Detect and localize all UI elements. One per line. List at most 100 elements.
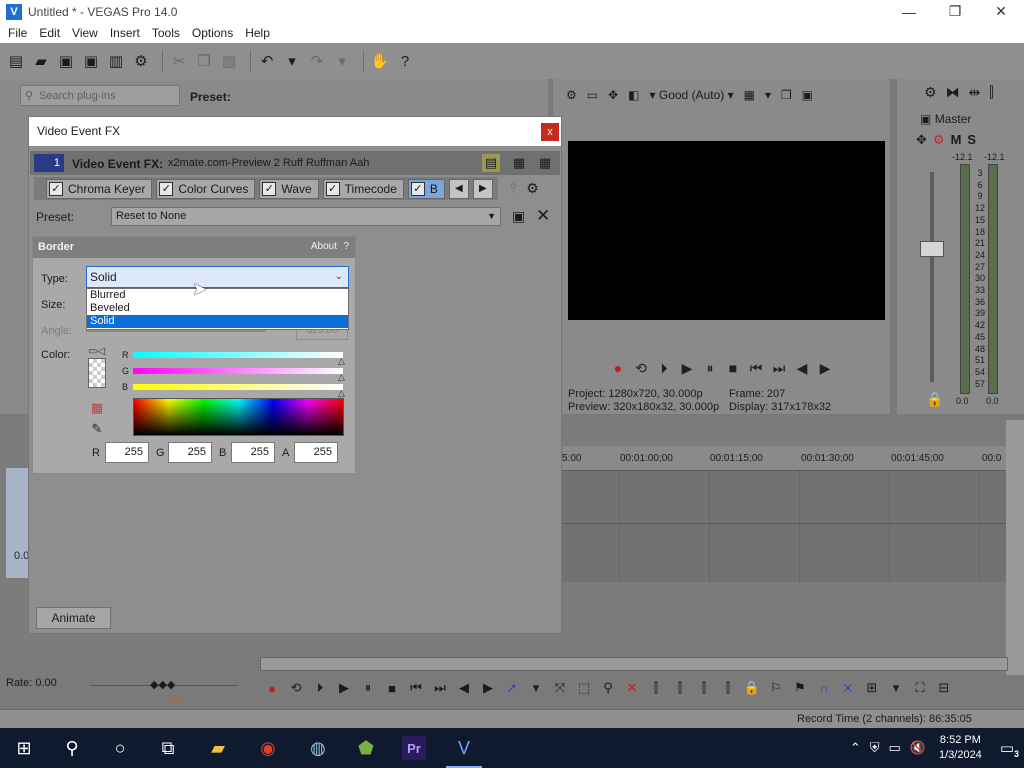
properties-gear-icon[interactable]: ⚙ xyxy=(131,51,151,71)
checkbox-icon[interactable]: ✓ xyxy=(159,181,174,196)
fx-view-single-icon[interactable]: ▤ xyxy=(482,154,500,172)
snapping-icon[interactable]: ∩ xyxy=(816,679,832,697)
menu-view[interactable]: View xyxy=(68,26,106,40)
type-option-blurred[interactable]: Blurred xyxy=(87,289,348,302)
angle-slider[interactable] xyxy=(86,330,266,332)
type-option-solid[interactable]: Solid xyxy=(87,315,348,328)
about-link[interactable]: About xyxy=(311,241,337,252)
envelope-tool-icon[interactable]: ⤧ xyxy=(552,679,568,697)
windows-start-icon[interactable]: ⊞ xyxy=(12,736,36,760)
track-area[interactable] xyxy=(560,470,1008,582)
record-icon[interactable]: ● xyxy=(264,679,280,697)
enable-snapping-icon[interactable]: ✋ xyxy=(370,51,390,71)
ripple-dropdown-icon[interactable]: ▾ xyxy=(888,679,904,697)
auto-ripple-icon[interactable]: ⊞ xyxy=(864,679,880,697)
cortana-icon[interactable]: ○ xyxy=(108,736,132,760)
next-frame-icon[interactable]: ▶ xyxy=(817,360,833,376)
auto-crossfade-icon[interactable]: ⨯ xyxy=(840,679,856,697)
undo-dropdown-icon[interactable]: ▾ xyxy=(282,51,302,71)
fx-wave[interactable]: ✓ Wave xyxy=(259,178,319,199)
next-frame-icon[interactable]: ▶ xyxy=(480,679,496,697)
search-icon[interactable]: ⚲ xyxy=(60,736,84,760)
fx-chroma-keyer[interactable]: ✓ Chroma Keyer xyxy=(46,178,153,199)
undo-icon[interactable]: ↶ xyxy=(257,51,277,71)
checkbox-icon[interactable]: ✓ xyxy=(49,181,63,196)
save-snapshot-icon[interactable]: ▣ xyxy=(802,88,813,102)
grid-dropdown-icon[interactable]: ▾ xyxy=(765,88,771,102)
rate-slider-handle-icon[interactable]: ◆◆◆ xyxy=(150,678,175,691)
chrome-icon[interactable]: ◉ xyxy=(256,736,280,760)
dialog-close-button[interactable]: x xyxy=(541,123,559,141)
play-from-start-icon[interactable]: ⏵ xyxy=(312,679,328,697)
task-view-icon[interactable]: ⧉ xyxy=(156,736,180,760)
mute-button[interactable]: M xyxy=(951,132,962,148)
plugin-search-input[interactable]: ⚲ Search plug-ins xyxy=(20,85,180,106)
checkbox-icon[interactable]: ✓ xyxy=(262,181,277,196)
loop-playback-icon[interactable]: ⟲ xyxy=(633,360,649,376)
redo-icon[interactable]: ↷ xyxy=(307,51,327,71)
dialog-title-bar[interactable]: Video Event FX x xyxy=(29,117,561,146)
clock[interactable]: 8:52 PM 1/3/2024 xyxy=(939,733,982,763)
preset-dropdown[interactable]: Reset to None ▼ xyxy=(111,207,501,226)
chain-scroll-left-icon[interactable]: ◀ xyxy=(448,178,469,199)
palette-icon[interactable]: ▦ xyxy=(88,399,106,417)
blue-channel-slider[interactable] xyxy=(133,384,343,390)
app-gem-icon[interactable]: ⬟ xyxy=(354,736,378,760)
loop-playback-icon[interactable]: ⟲ xyxy=(288,679,304,697)
close-button[interactable]: ✕ xyxy=(978,0,1024,23)
vegas-taskbar-icon[interactable]: V xyxy=(446,736,482,768)
red-channel-slider[interactable] xyxy=(133,352,343,358)
redo-dropdown-icon[interactable]: ▾ xyxy=(332,51,352,71)
r-input[interactable]: 255 xyxy=(105,442,149,463)
file-explorer-icon[interactable]: ▰ xyxy=(206,736,230,760)
master-settings-gear-icon[interactable]: ⚙ xyxy=(924,84,937,101)
trim-end-icon[interactable]: ⫿ xyxy=(696,679,712,697)
fx-border[interactable]: ✓ B xyxy=(407,178,445,199)
insert-region-icon[interactable]: ⚑ xyxy=(792,679,808,697)
menu-tools[interactable]: Tools xyxy=(148,26,188,40)
zoom-tool-icon[interactable]: ⚲ xyxy=(600,679,616,697)
animate-button[interactable]: Animate xyxy=(36,607,111,629)
network-icon[interactable]: ▭ xyxy=(889,740,901,756)
slider-handle-icon[interactable]: △ xyxy=(338,356,345,367)
copy-snapshot-icon[interactable]: ❐ xyxy=(781,88,792,102)
selection-tool-icon[interactable]: ⬚ xyxy=(576,679,592,697)
eyedropper-icon[interactable]: ✎ xyxy=(88,420,106,438)
solo-button[interactable]: S xyxy=(967,132,976,148)
premiere-pro-icon[interactable]: Pr xyxy=(402,736,426,760)
color-spectrum[interactable] xyxy=(133,398,344,436)
maximize-button[interactable]: ❐ xyxy=(932,0,978,23)
normal-edit-tool-icon[interactable]: ➚ xyxy=(504,679,520,697)
ignore-event-grouping-icon[interactable]: ⊟ xyxy=(936,679,952,697)
whats-this-help-icon[interactable]: ? xyxy=(395,51,415,71)
menu-insert[interactable]: Insert xyxy=(106,26,148,40)
color-swatch[interactable] xyxy=(88,358,106,388)
fx-color-curves[interactable]: ✓ Color Curves xyxy=(156,178,256,199)
open-folder-icon[interactable]: ▰ xyxy=(31,51,51,71)
fx-view-grid-icon[interactable]: ▦ xyxy=(536,154,554,172)
type-dropdown[interactable]: Solid ⌄ xyxy=(86,266,349,288)
trim-start-icon[interactable]: ⫿ xyxy=(672,679,688,697)
horizontal-scrollbar[interactable] xyxy=(260,657,1008,671)
checkbox-icon[interactable]: ✓ xyxy=(410,181,425,196)
pause-icon[interactable]: ⏸ xyxy=(360,679,376,697)
stop-icon[interactable]: ■ xyxy=(725,360,741,376)
vertical-scrollbar[interactable] xyxy=(1006,420,1024,675)
grid-icon[interactable]: ▦ xyxy=(744,88,755,102)
remove-plugin-icon[interactable]: ⚙ xyxy=(526,180,539,197)
notifications-icon[interactable]: ▭ 3 xyxy=(1000,739,1020,759)
time-ruler[interactable]: 5:00 00:01:00;00 00:01:15;00 00:01:30;00… xyxy=(560,446,1008,470)
lock-envelopes-icon[interactable]: ⛶ xyxy=(912,679,928,697)
split-screen-icon[interactable]: ✥ xyxy=(608,88,618,102)
lock-icon[interactable]: 🔒 xyxy=(926,391,943,408)
previous-frame-icon[interactable]: ◀ xyxy=(794,360,810,376)
play-from-start-icon[interactable]: ⏵ xyxy=(656,360,672,376)
play-icon[interactable]: ▶ xyxy=(679,360,695,376)
downmix-icon[interactable]: ⧓ xyxy=(946,84,960,101)
slider-handle-icon[interactable]: △ xyxy=(338,372,345,383)
menu-file[interactable]: File xyxy=(4,26,35,40)
mixer-icon[interactable]: ⫿ xyxy=(989,84,993,101)
help-icon[interactable]: ? xyxy=(343,241,349,252)
stop-icon[interactable]: ■ xyxy=(384,679,400,697)
minimize-button[interactable]: — xyxy=(886,0,932,23)
